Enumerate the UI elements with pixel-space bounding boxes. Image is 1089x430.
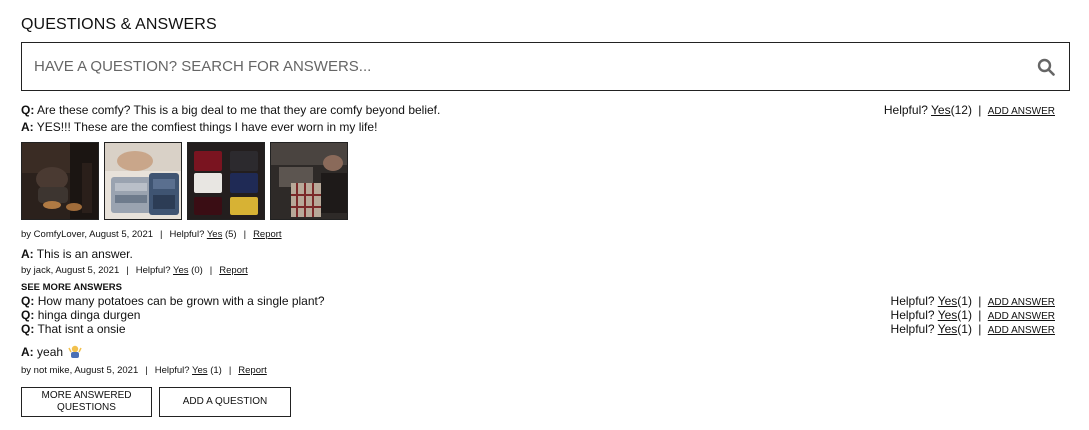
q-label: Q: [21,308,35,322]
answer-byline: by jack, August 5, 2021 [21,265,120,276]
search-icon[interactable] [1037,58,1055,76]
divider: | [126,265,129,276]
answer-1: A: YES!!! These are the comfiest things … [21,120,377,134]
helpful-yes-link[interactable]: Yes [938,308,958,322]
answer-byline: by not mike, August 5, 2021 [21,365,139,376]
answer-photos [21,142,348,220]
answer-photo[interactable] [270,142,348,220]
add-answer-link[interactable]: ADD ANSWER [988,106,1055,117]
helpful-count: (1) [957,308,972,322]
divider: | [978,322,982,336]
divider: | [228,365,232,376]
helpful-yes-link[interactable]: Yes [938,294,958,308]
answer-2: A: This is an answer. [21,247,133,261]
more-answered-questions-button[interactable]: MORE ANSWERED QUESTIONS [21,387,152,417]
divider: | [978,308,982,322]
helpful-yes-link[interactable]: Yes [173,265,189,276]
report-link[interactable]: Report [219,265,248,276]
question-4-actions: Helpful? Yes(1) | ADD ANSWER [891,322,1055,336]
see-more-answers-link[interactable]: SEE MORE ANSWERS [21,282,122,293]
answer-photo[interactable] [104,142,182,220]
helpful-label: Helpful? [890,322,935,336]
question-2: Q: How many potatoes can be grown with a… [21,294,325,308]
question-3-actions: Helpful? Yes(1) | ADD ANSWER [891,308,1055,322]
question-1: Q: Are these comfy? This is a big deal t… [21,103,440,117]
helpful-count: (1) [210,365,222,376]
question-text: How many potatoes can be grown with a si… [37,294,325,308]
divider: | [145,365,148,376]
a-label: A: [21,345,34,359]
person-emoji-icon [68,345,83,358]
helpful-yes-link[interactable]: Yes [931,103,951,117]
helpful-label: Helpful? [890,294,935,308]
add-question-button[interactable]: ADD A QUESTION [159,387,291,417]
answer-1-meta: by ComfyLover, August 5, 2021 | Helpful? Y… [21,229,282,240]
add-answer-link[interactable]: ADD ANSWER [988,297,1055,308]
add-answer-link[interactable]: ADD ANSWER [988,311,1055,322]
divider: | [243,229,247,240]
question-text: That isnt a onsie [37,322,126,336]
answer-photo[interactable] [21,142,99,220]
a-label: A: [21,247,34,261]
divider: | [978,294,982,308]
question-3: Q: hinga dinga durgen [21,308,140,322]
helpful-label: Helpful? [154,365,190,376]
helpful-label: Helpful? [890,308,935,322]
helpful-yes-link[interactable]: Yes [192,365,208,376]
helpful-yes-link[interactable]: Yes [207,229,223,240]
report-link[interactable]: Report [253,229,282,240]
helpful-label: Helpful? [135,265,171,276]
question-text: Are these comfy? This is a big deal to m… [37,103,441,117]
divider: | [160,229,163,240]
helpful-count: (12) [950,103,972,117]
search-input[interactable] [22,43,1069,90]
question-4: Q: That isnt a onsie [21,322,126,336]
answer-3-meta: by not mike, August 5, 2021 | Helpful? Yes… [21,365,267,376]
answer-text: This is an answer. [36,247,133,261]
answer-text: yeah [37,345,64,359]
report-link[interactable]: Report [238,365,267,376]
answer-text: YES!!! These are the comfiest things I h… [36,120,378,134]
answer-photo[interactable] [187,142,265,220]
helpful-count: (0) [191,265,203,276]
q-label: Q: [21,103,35,117]
question-text: hinga dinga durgen [37,308,141,322]
question-1-actions: Helpful? Yes(12) | ADD ANSWER [884,103,1055,117]
q-label: Q: [21,294,35,308]
section-title: QUESTIONS & ANSWERS [21,16,217,33]
helpful-yes-link[interactable]: Yes [938,322,958,336]
add-answer-link[interactable]: ADD ANSWER [988,325,1055,336]
helpful-count: (5) [224,229,237,240]
search-box[interactable] [21,42,1070,91]
answer-2-meta: by jack, August 5, 2021 | Helpful? Yes (0)… [21,265,248,276]
answer-byline: by ComfyLover, August 5, 2021 [21,229,154,240]
helpful-count: (1) [957,322,972,336]
helpful-label: Helpful? [883,103,928,117]
divider: | [978,103,982,117]
helpful-label: Helpful? [169,229,205,240]
more-answered-questions-label: MORE ANSWERED QUESTIONS [41,390,132,413]
question-2-actions: Helpful? Yes(1) | ADD ANSWER [891,294,1055,308]
q-label: Q: [21,322,35,336]
divider: | [209,265,213,276]
answer-3: A: yeah [21,344,83,359]
helpful-count: (1) [957,294,972,308]
a-label: A: [21,120,34,134]
